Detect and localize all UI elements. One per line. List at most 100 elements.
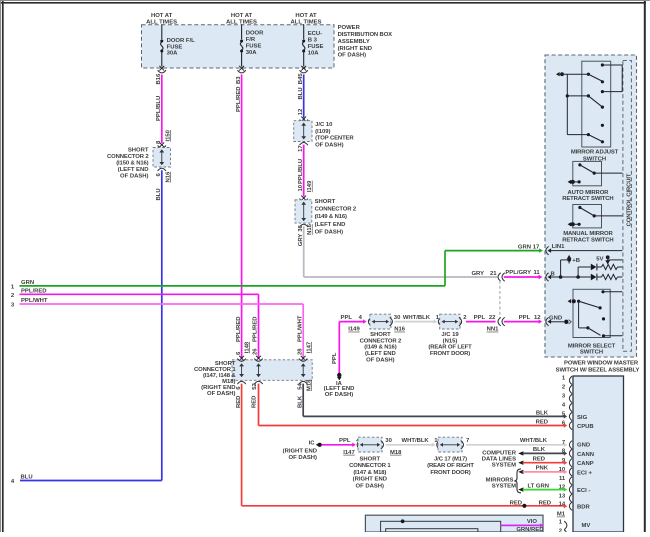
svg-text:PPL: PPL — [339, 438, 351, 444]
svg-text:RED: RED — [533, 456, 545, 462]
svg-text:17: 17 — [533, 245, 540, 251]
svg-text:PPL/WHT: PPL/WHT — [21, 298, 48, 304]
svg-text:CONNECTOR 1: CONNECTOR 1 — [349, 463, 391, 469]
svg-text:GND: GND — [577, 443, 590, 449]
svg-text:PPL: PPL — [474, 315, 486, 321]
svg-text:CONNECTOR 2: CONNECTOR 2 — [315, 207, 357, 213]
svg-text:RED: RED — [252, 396, 258, 408]
svg-text:RED: RED — [510, 500, 522, 506]
svg-text:J/C 10: J/C 10 — [315, 122, 333, 128]
svg-text:CONTROL CIRCUIT: CONTROL CIRCUIT — [627, 173, 633, 226]
svg-text:GRN/RED: GRN/RED — [516, 527, 543, 532]
svg-text:IC: IC — [309, 441, 316, 447]
svg-text:WHT/BLK: WHT/BLK — [403, 315, 431, 321]
svg-text:(I147 & M18): (I147 & M18) — [353, 470, 386, 476]
svg-text:FRONT DOOR): FRONT DOOR) — [430, 351, 470, 357]
svg-text:M18: M18 — [390, 450, 402, 456]
svg-text:MANUAL MIRROR: MANUAL MIRROR — [563, 231, 613, 237]
svg-text:I150: I150 — [165, 129, 171, 141]
svg-text:BLU: BLU — [298, 87, 304, 99]
svg-text:FRONT DOOR): FRONT DOOR) — [430, 470, 470, 476]
svg-text:LIN1: LIN1 — [552, 244, 565, 250]
svg-text:30A: 30A — [246, 50, 258, 56]
svg-text:N16: N16 — [307, 223, 313, 235]
svg-text:PPL/BLU: PPL/BLU — [156, 96, 162, 121]
svg-text:POWER: POWER — [338, 25, 361, 31]
svg-text:PPL/GRY: PPL/GRY — [505, 270, 531, 276]
svg-text:AUTO MIRROR: AUTO MIRROR — [568, 190, 610, 196]
svg-text:GRN: GRN — [21, 280, 34, 286]
svg-text:B45: B45 — [298, 73, 304, 85]
svg-text:PPL: PPL — [341, 315, 353, 321]
svg-text:ASSEMBLY: ASSEMBLY — [338, 39, 370, 45]
svg-text:OF DASH): OF DASH) — [366, 358, 395, 364]
svg-text:26: 26 — [253, 348, 259, 355]
svg-text:ECU-: ECU- — [308, 31, 322, 37]
svg-text:SIG: SIG — [577, 415, 588, 421]
svg-text:RETRACT SWITCH: RETRACT SWITCH — [562, 196, 613, 202]
svg-text:I149: I149 — [348, 327, 360, 333]
svg-text:M18: M18 — [306, 379, 312, 391]
svg-text:(I149 & N16): (I149 & N16) — [364, 345, 396, 351]
svg-text:B 3: B 3 — [308, 37, 318, 43]
svg-text:OF DASH): OF DASH) — [207, 391, 236, 397]
svg-text:SHORT: SHORT — [370, 332, 391, 338]
svg-text:SHORT: SHORT — [128, 148, 149, 154]
svg-text:(N15): (N15) — [443, 338, 458, 344]
svg-text:30A: 30A — [167, 50, 179, 56]
svg-text:ECI -: ECI - — [577, 488, 590, 494]
svg-text:F/R: F/R — [246, 37, 256, 43]
svg-text:OF DASH): OF DASH) — [338, 53, 367, 59]
svg-text:PPL: PPL — [332, 352, 338, 364]
svg-text:HOT AT: HOT AT — [295, 13, 317, 19]
svg-text:NN1: NN1 — [487, 327, 500, 333]
svg-text:PPL/RED: PPL/RED — [236, 86, 242, 112]
svg-text:(LEFT END: (LEFT END — [315, 222, 346, 228]
svg-text:J/C 17 (M17): J/C 17 (M17) — [434, 457, 467, 463]
svg-text:N16: N16 — [165, 171, 171, 183]
svg-text:(LEFT END: (LEFT END — [365, 351, 396, 357]
svg-text:(I109): (I109) — [315, 129, 330, 135]
svg-text:OF DASH): OF DASH) — [315, 142, 344, 148]
svg-text:POWER WINDOW MASTER: POWER WINDOW MASTER — [564, 361, 639, 367]
svg-text:(RIGHT END: (RIGHT END — [353, 477, 387, 483]
svg-text:10: 10 — [298, 184, 304, 191]
svg-text:OF DASH): OF DASH) — [325, 392, 354, 398]
svg-text:11: 11 — [559, 476, 566, 482]
svg-text:M1: M1 — [557, 512, 566, 518]
svg-text:PPL/RED: PPL/RED — [253, 316, 259, 342]
svg-text:BLK: BLK — [533, 447, 546, 453]
svg-text:RED: RED — [536, 420, 548, 426]
svg-text:(REAR OF LEFT: (REAR OF LEFT — [428, 345, 472, 351]
svg-text:21: 21 — [490, 271, 497, 277]
svg-text:I147: I147 — [343, 450, 355, 456]
svg-text:30: 30 — [385, 438, 392, 444]
svg-text:22: 22 — [489, 315, 496, 321]
svg-text:OF DASH): OF DASH) — [356, 483, 385, 489]
svg-text:CPUB: CPUB — [577, 424, 594, 430]
svg-text:DOOR F/L: DOOR F/L — [167, 38, 196, 44]
svg-text:SYSTEM: SYSTEM — [492, 462, 516, 468]
svg-text:FUSE: FUSE — [308, 44, 324, 50]
svg-text:WHT/BLK: WHT/BLK — [402, 438, 430, 444]
svg-text:SHORT: SHORT — [359, 457, 380, 463]
svg-text:(I150 & N16): (I150 & N16) — [116, 161, 148, 167]
svg-text:FUSE: FUSE — [167, 44, 183, 50]
svg-text:B16: B16 — [156, 73, 162, 85]
svg-text:(RIGHT END: (RIGHT END — [283, 449, 317, 455]
svg-text:VIO: VIO — [527, 519, 538, 525]
svg-text:MV: MV — [582, 523, 591, 529]
svg-text:PNK: PNK — [536, 466, 549, 472]
svg-text:CANN: CANN — [577, 452, 594, 458]
svg-text:PPL: PPL — [519, 315, 531, 321]
svg-text:(I149 & N16): (I149 & N16) — [315, 214, 347, 220]
svg-text:DOOR: DOOR — [246, 31, 264, 37]
svg-text:+B: +B — [572, 258, 580, 264]
svg-text:I148: I148 — [244, 341, 250, 353]
svg-text:I149: I149 — [307, 180, 313, 192]
svg-text:I147: I147 — [306, 341, 312, 353]
svg-text:DISTRIBUTION BOX: DISTRIBUTION BOX — [338, 32, 393, 38]
svg-text:GRY: GRY — [471, 271, 484, 277]
svg-text:SWITCH: SWITCH — [580, 349, 603, 355]
svg-text:13: 13 — [559, 493, 566, 499]
